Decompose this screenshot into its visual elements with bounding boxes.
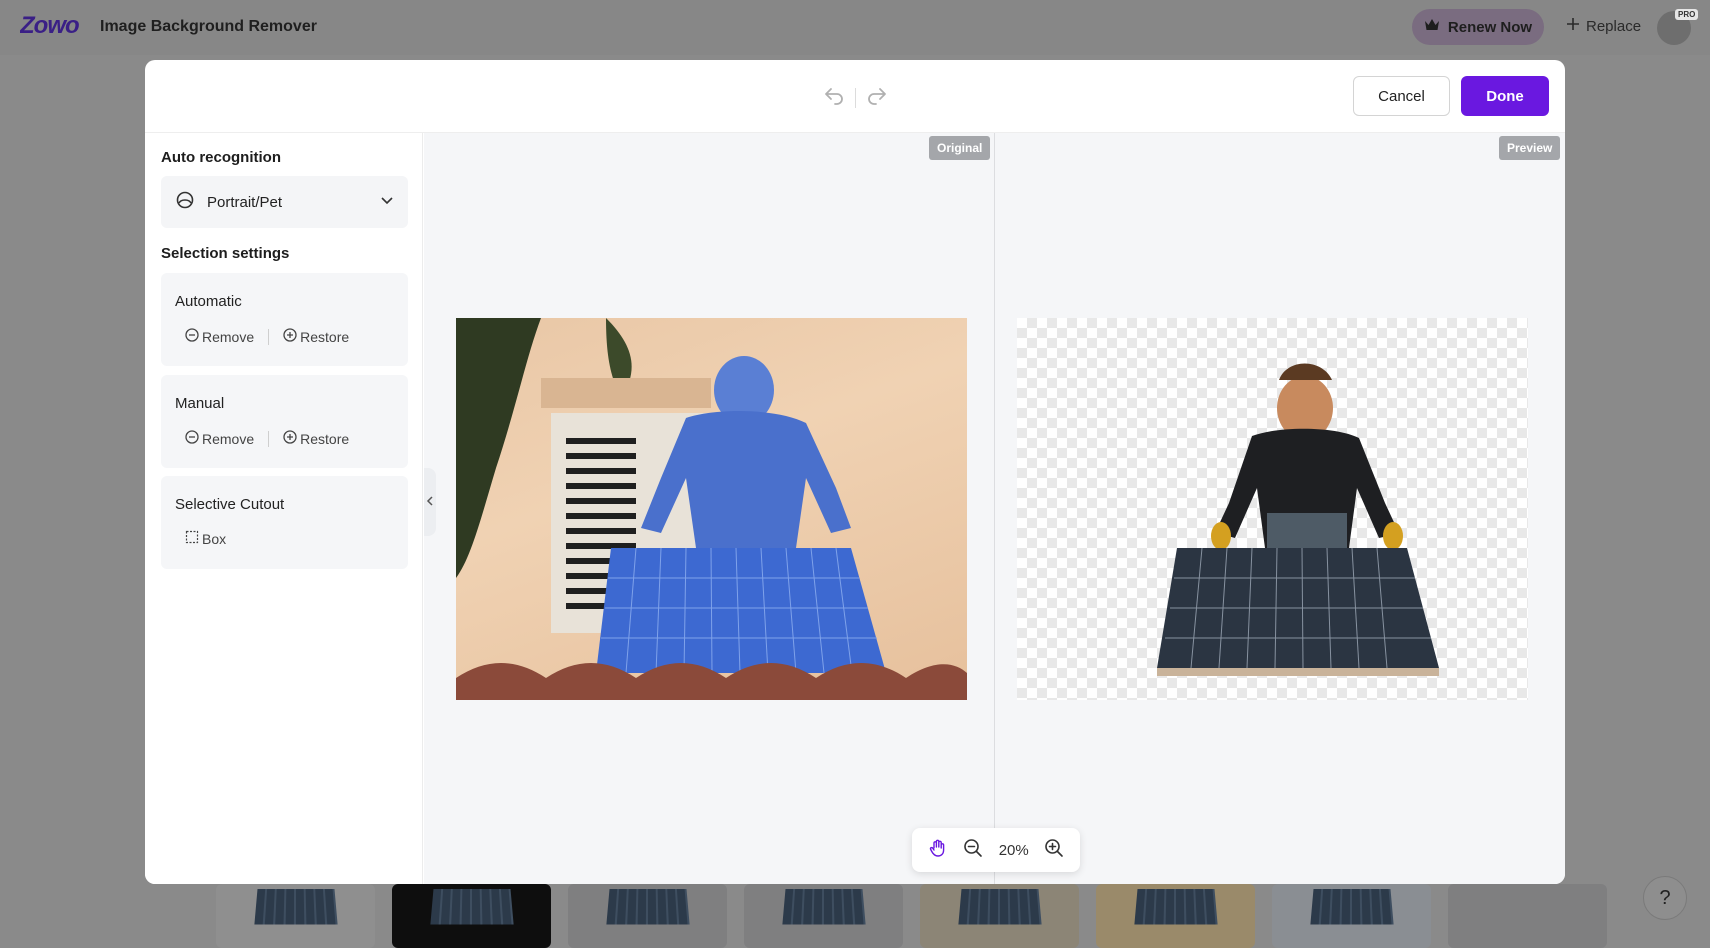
chevron-down-icon bbox=[380, 193, 394, 211]
replace-label: Replace bbox=[1586, 17, 1642, 35]
thumbnail-strip bbox=[216, 884, 1607, 948]
zowo-logo: Zowo bbox=[19, 12, 80, 39]
original-tag: Original bbox=[929, 136, 991, 160]
plus-circle-icon bbox=[283, 328, 297, 345]
recognition-mode-select[interactable]: Portrait/Pet bbox=[161, 176, 408, 228]
thumbnail-selected[interactable] bbox=[392, 884, 551, 948]
box-select-label: Box bbox=[202, 530, 227, 547]
manual-remove-button[interactable]: Remove bbox=[185, 430, 254, 447]
zoom-controls: 20% bbox=[912, 828, 1080, 872]
box-select-button[interactable]: Box bbox=[185, 530, 226, 547]
chevron-left-icon bbox=[426, 493, 434, 511]
svg-text:Zowo: Zowo bbox=[20, 12, 79, 38]
done-button[interactable]: Done bbox=[1461, 76, 1549, 116]
plus-circle-icon bbox=[283, 430, 297, 447]
manual-title: Manual bbox=[175, 395, 225, 412]
hand-icon[interactable] bbox=[928, 838, 948, 862]
thumbnail[interactable] bbox=[216, 884, 375, 948]
selective-cutout-title: Selective Cutout bbox=[175, 496, 285, 513]
editor-modal: Cancel Done Auto recognition Portrait/Pe… bbox=[145, 60, 1565, 884]
box-select-icon bbox=[185, 530, 199, 547]
app-title: Image Background Remover bbox=[100, 18, 317, 35]
divider bbox=[268, 328, 270, 345]
app-logo[interactable]: Zowo bbox=[19, 12, 90, 45]
selective-options: Box bbox=[185, 530, 226, 547]
automatic-restore-label: Restore bbox=[300, 328, 350, 345]
crown-icon bbox=[1424, 18, 1440, 36]
automatic-remove-label: Remove bbox=[202, 328, 255, 345]
automatic-card: Automatic Remove Restore bbox=[161, 273, 408, 366]
preview-tag: Preview bbox=[1499, 136, 1561, 160]
thumbnail[interactable] bbox=[744, 884, 903, 948]
selection-settings-title: Selection settings bbox=[161, 245, 290, 262]
compare-divider bbox=[994, 133, 995, 884]
manual-remove-label: Remove bbox=[202, 430, 255, 447]
portrait-icon bbox=[175, 190, 195, 214]
automatic-title: Automatic bbox=[175, 293, 242, 310]
pro-badge: PRO bbox=[1675, 9, 1699, 20]
automatic-remove-button[interactable]: Remove bbox=[185, 328, 254, 345]
plus-icon bbox=[1566, 17, 1580, 35]
auto-recognition-title: Auto recognition bbox=[161, 149, 281, 166]
zoom-level: 20% bbox=[998, 841, 1029, 859]
redo-icon[interactable] bbox=[866, 84, 888, 111]
minus-circle-icon bbox=[185, 430, 199, 447]
thumbnail[interactable] bbox=[1448, 884, 1607, 948]
automatic-options: Remove Restore bbox=[185, 328, 349, 345]
renew-now-button[interactable]: Renew Now bbox=[1412, 9, 1544, 45]
thumbnail[interactable] bbox=[1272, 884, 1431, 948]
manual-restore-label: Restore bbox=[300, 430, 350, 447]
zoom-out-icon[interactable] bbox=[963, 838, 983, 862]
collapse-sidebar-handle[interactable] bbox=[424, 468, 436, 536]
manual-options: Remove Restore bbox=[185, 430, 349, 447]
selective-cutout-card: Selective Cutout Box bbox=[161, 476, 408, 569]
manual-restore-button[interactable]: Restore bbox=[283, 430, 349, 447]
replace-button[interactable]: Replace bbox=[1566, 17, 1641, 35]
thumbnail[interactable] bbox=[1096, 884, 1255, 948]
preview-image bbox=[1017, 318, 1528, 700]
undo-icon[interactable] bbox=[823, 84, 845, 111]
cancel-button[interactable]: Cancel bbox=[1353, 76, 1450, 116]
top-bar: Zowo Image Background Remover Renew Now … bbox=[0, 0, 1710, 55]
zoom-in-icon[interactable] bbox=[1044, 838, 1064, 862]
image-canvas[interactable]: Original Preview bbox=[424, 133, 1565, 884]
help-button[interactable]: ? bbox=[1643, 876, 1687, 920]
divider bbox=[855, 87, 856, 108]
modal-header: Cancel Done bbox=[145, 60, 1565, 133]
thumbnail[interactable] bbox=[568, 884, 727, 948]
thumbnail[interactable] bbox=[920, 884, 1079, 948]
settings-sidebar: Auto recognition Portrait/Pet Selection … bbox=[145, 133, 423, 884]
history-controls bbox=[823, 84, 888, 111]
automatic-restore-button[interactable]: Restore bbox=[283, 328, 349, 345]
divider bbox=[268, 430, 270, 447]
recognition-mode-value: Portrait/Pet bbox=[207, 193, 283, 211]
renew-now-label: Renew Now bbox=[1447, 18, 1533, 36]
manual-card: Manual Remove Restore bbox=[161, 375, 408, 468]
minus-circle-icon bbox=[185, 328, 199, 345]
original-image bbox=[456, 318, 967, 700]
